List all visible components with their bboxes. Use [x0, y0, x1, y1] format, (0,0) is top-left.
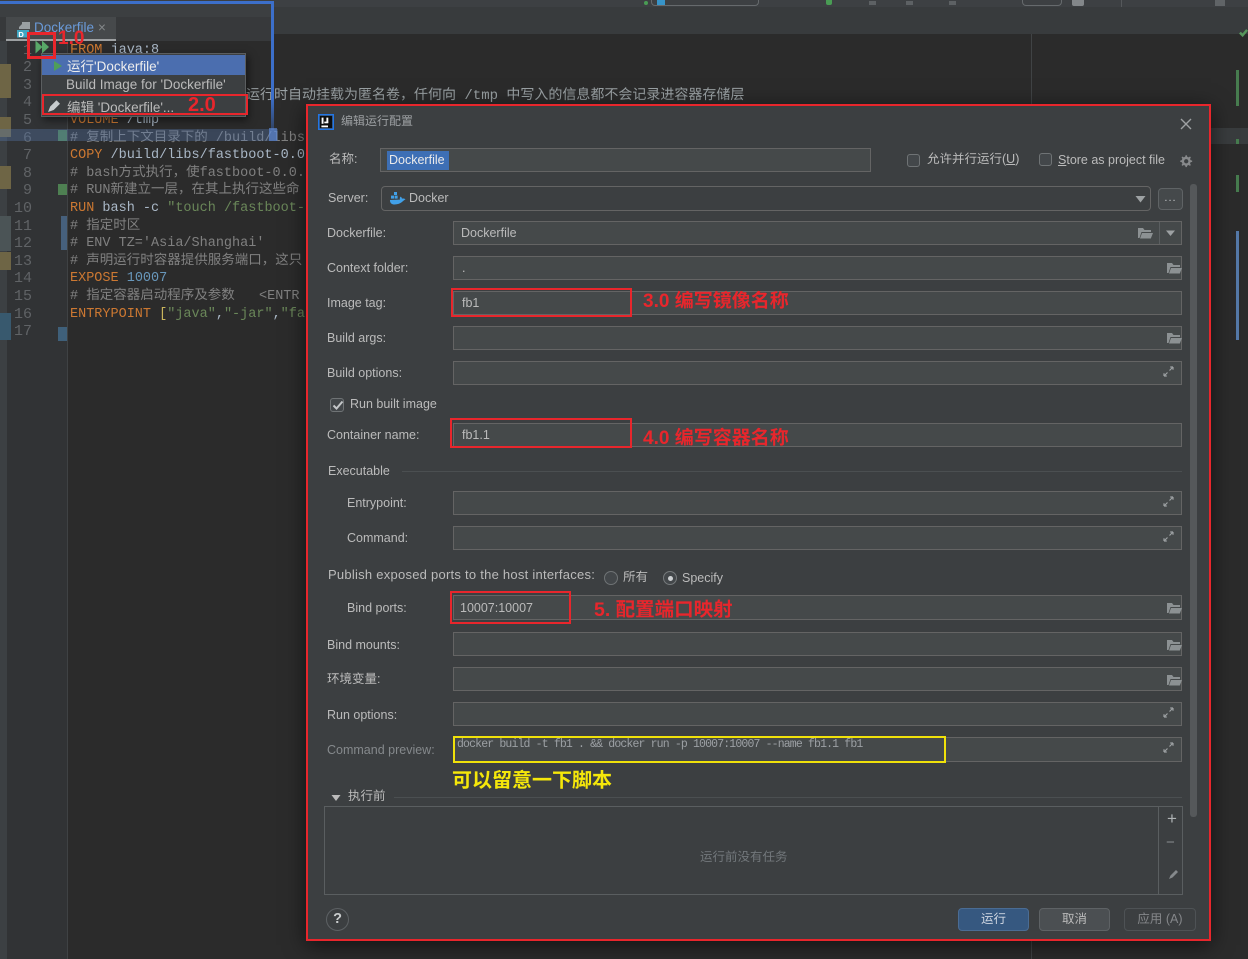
svg-text:D: D	[18, 30, 24, 38]
